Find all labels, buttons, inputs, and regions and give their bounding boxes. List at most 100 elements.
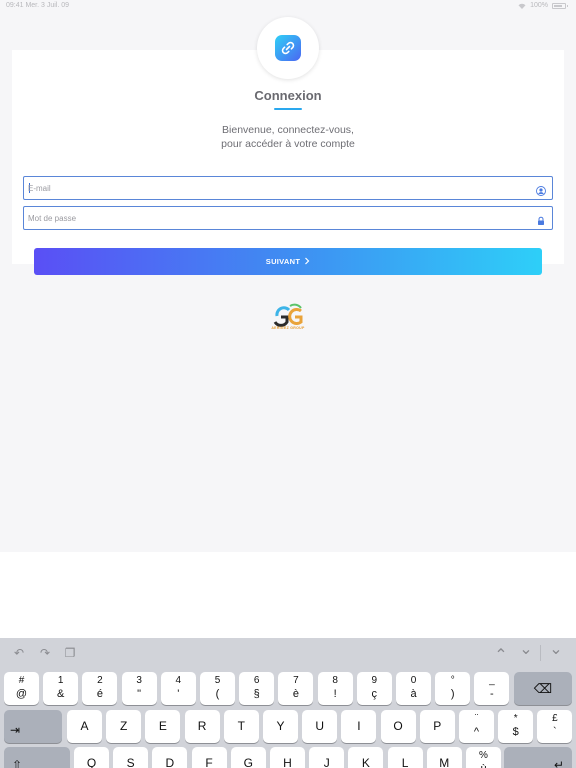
key-bottom-label: '	[177, 688, 180, 700]
key[interactable]: # @	[4, 672, 39, 705]
return-icon: ↵	[553, 758, 564, 768]
key[interactable]: %ù	[466, 747, 501, 768]
key[interactable]: 5(	[200, 672, 235, 705]
letter-key[interactable]: A	[67, 710, 102, 743]
letter-key[interactable]: I	[341, 710, 377, 743]
key-bottom-label: §	[253, 688, 260, 700]
key-label: Z	[120, 719, 128, 733]
key-label: M	[439, 756, 450, 768]
key-label: H	[283, 756, 292, 768]
letter-key[interactable]: S	[113, 747, 149, 768]
letter-key[interactable]: G	[230, 747, 266, 768]
key-label: L	[401, 756, 409, 768]
key-bottom-label: é	[96, 688, 103, 700]
key-label: G	[243, 756, 253, 768]
tab-icon: ⇥	[10, 723, 21, 737]
status-time: 09:41 Mer. 3 Juil. 09	[6, 2, 70, 9]
letter-key[interactable]: T	[223, 710, 259, 743]
letter-key[interactable]: M	[426, 747, 462, 768]
key[interactable]: £ `	[537, 710, 573, 743]
key-top-label: 7	[293, 675, 299, 686]
key-bottom-label: -	[490, 688, 494, 700]
letter-key[interactable]: Y	[263, 710, 298, 743]
next-button-label: SUIVANT	[265, 257, 301, 266]
paste-icon[interactable]: ❐	[63, 646, 77, 660]
shift-key[interactable]: ⇧	[4, 747, 70, 768]
next-button[interactable]: SUIVANT	[34, 248, 542, 275]
key-bottom-label: ù	[466, 763, 501, 768]
login-card	[12, 50, 564, 264]
key-label: S	[126, 756, 135, 768]
key[interactable]: 6 §	[239, 672, 275, 705]
key-bottom-label: "	[137, 688, 142, 700]
key[interactable]: °)	[435, 672, 471, 705]
letter-key[interactable]: P	[419, 710, 455, 743]
key[interactable]: 3 "	[121, 672, 157, 705]
key-top-label: 1	[57, 675, 64, 686]
letter-key[interactable]: H	[270, 747, 305, 768]
letter-key[interactable]: J	[309, 747, 345, 768]
key[interactable]: ¨ ^	[459, 710, 494, 743]
battery-percent: 100%	[530, 2, 548, 9]
letter-key[interactable]: F	[191, 747, 227, 768]
key-top-label: 6	[253, 675, 260, 686]
chevron-right-icon	[304, 257, 310, 267]
undo-icon[interactable]: ↶	[12, 646, 26, 660]
key-label: Q	[86, 756, 97, 768]
email-field[interactable]	[23, 176, 553, 200]
key-top-label: *	[513, 713, 518, 724]
key-bottom-label: )	[450, 688, 455, 700]
letter-key[interactable]: K	[348, 747, 384, 768]
key-top-label: 3	[136, 675, 142, 686]
chevron-up-icon[interactable]: ⌃	[494, 646, 508, 664]
key[interactable]: 2é	[82, 672, 118, 705]
brand-text: AERIGEZ GROUP	[271, 326, 305, 330]
key[interactable]: * $	[498, 710, 534, 743]
welcome-text: Bienvenue, connectez-vous, pour accéder …	[0, 123, 576, 151]
key-bottom-label: (	[215, 688, 220, 700]
delete-key[interactable]: ⌫	[514, 672, 572, 705]
key-label: A	[80, 719, 89, 733]
keyboard-toolbar: ↶ ↷ ❐ ⌃ ⌄ ⌄	[0, 638, 576, 668]
letter-key[interactable]: U	[302, 710, 338, 743]
key-bottom-label: ç	[371, 688, 378, 700]
letter-key[interactable]: Z	[106, 710, 142, 743]
letter-key[interactable]: O	[380, 710, 416, 743]
letter-key[interactable]: L	[387, 747, 423, 768]
key-label: P	[433, 719, 442, 733]
letter-key[interactable]: Q	[74, 747, 109, 768]
letter-key[interactable]: E	[145, 710, 181, 743]
shift-icon: ⇧	[12, 758, 23, 768]
return-key[interactable]: ↵	[504, 747, 572, 768]
chevron-down-icon[interactable]: ⌄	[519, 642, 533, 660]
key-label: F	[205, 756, 213, 768]
key-top-label: _	[489, 675, 495, 686]
key-label: O	[393, 719, 403, 733]
welcome-line-1: Bienvenue, connectez-vous,	[222, 124, 354, 136]
key-top-label: 9	[371, 675, 378, 686]
redo-icon[interactable]: ↷	[38, 646, 52, 660]
key[interactable]: 1 &	[43, 672, 79, 705]
key-label: T	[237, 719, 245, 733]
dismiss-keyboard-icon[interactable]: ⌄	[549, 642, 563, 660]
password-input[interactable]	[28, 207, 528, 229]
wifi-icon	[518, 3, 526, 9]
key[interactable]: 0à	[396, 672, 431, 705]
key[interactable]: 8!	[317, 672, 353, 705]
letter-key[interactable]: R	[184, 710, 220, 743]
tab-key[interactable]: ⇥	[4, 710, 62, 743]
key-top-label: 5	[214, 675, 221, 686]
key-label: I	[357, 719, 361, 733]
key[interactable]: 9ç	[356, 672, 392, 705]
title-underline	[274, 108, 302, 110]
key-top-label: 0	[410, 675, 417, 686]
email-input[interactable]	[28, 177, 528, 199]
app-logo	[257, 17, 319, 79]
key-bottom-label: ^	[473, 726, 480, 738]
key[interactable]: 4 '	[160, 672, 196, 705]
key[interactable]: 7è	[278, 672, 314, 705]
letter-key[interactable]: D	[152, 747, 188, 768]
key[interactable]: _ -	[474, 672, 510, 705]
key-bottom-label: &	[57, 688, 65, 700]
password-field[interactable]	[23, 206, 553, 230]
